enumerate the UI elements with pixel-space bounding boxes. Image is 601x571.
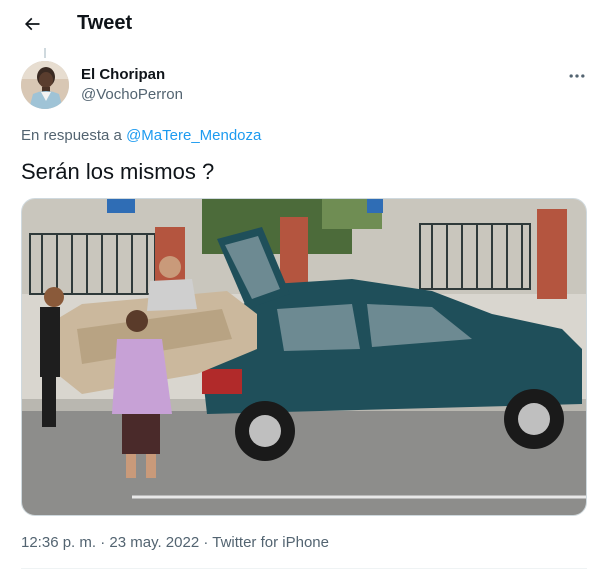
author-display-name[interactable]: El Choripan bbox=[81, 66, 165, 83]
back-button[interactable] bbox=[16, 8, 48, 40]
tweet-date[interactable]: 23 may. 2022 bbox=[109, 534, 199, 551]
tweet-media-photo[interactable] bbox=[21, 198, 587, 516]
page-title: Tweet bbox=[77, 12, 133, 34]
tweet-meta: 12:36 p. m. · 23 may. 2022 · Twitter for… bbox=[21, 534, 329, 551]
reply-context: En respuesta a @MaTere_Mendoza bbox=[21, 127, 261, 144]
arrow-left-icon bbox=[24, 17, 40, 31]
tweet-source[interactable]: Twitter for iPhone bbox=[212, 534, 329, 551]
meta-separator-2: · bbox=[203, 534, 209, 551]
meta-separator-1: · bbox=[100, 534, 106, 551]
thread-connector bbox=[44, 48, 46, 58]
divider bbox=[21, 568, 587, 569]
tweet-header: Tweet bbox=[0, 0, 601, 48]
tweet-time[interactable]: 12:36 p. m. bbox=[21, 534, 96, 551]
avatar-photo-icon bbox=[21, 61, 69, 109]
author-handle[interactable]: @VochoPerron bbox=[81, 86, 183, 103]
tweet-text: Serán los mismos ? bbox=[21, 159, 215, 184]
reply-prefix: En respuesta a bbox=[21, 127, 127, 144]
more-options-button[interactable] bbox=[561, 62, 593, 90]
photo-people-loading-sofa-into-car-icon bbox=[22, 199, 586, 515]
more-horizontal-icon bbox=[569, 74, 585, 78]
avatar[interactable] bbox=[21, 61, 69, 109]
reply-mention-link[interactable]: @MaTere_Mendoza bbox=[126, 127, 261, 144]
